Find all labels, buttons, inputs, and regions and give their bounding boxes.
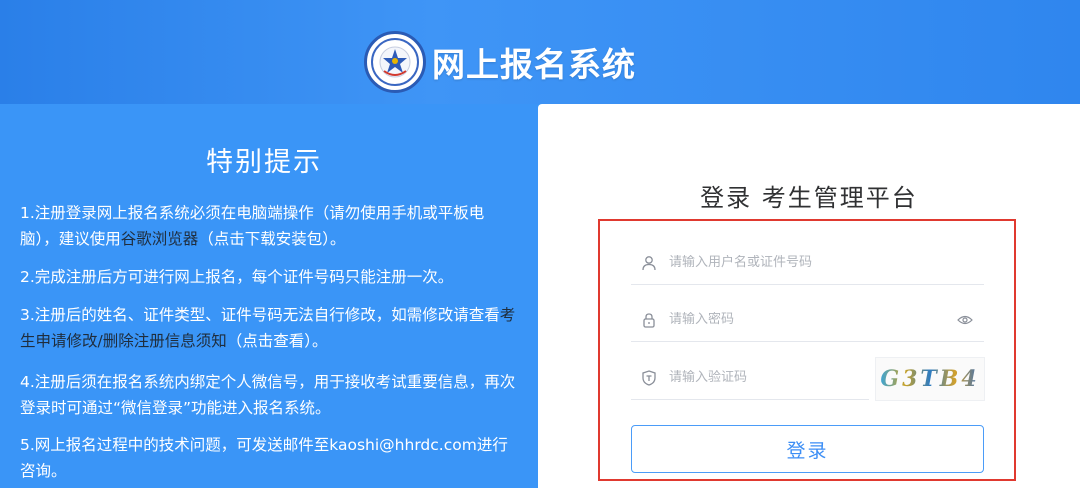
- user-icon: [639, 253, 659, 273]
- notice-item-4: 4.注册后须在报名系统内绑定个人微信号，用于接收考试重要信息，再次登录时可通过“…: [20, 369, 518, 421]
- username-input[interactable]: [669, 255, 984, 270]
- chrome-download-link[interactable]: 谷歌浏览器: [121, 230, 199, 248]
- app-title: 网上报名系统: [432, 45, 636, 84]
- login-button[interactable]: 登录: [631, 425, 984, 473]
- notice-item-3: 3.注册后的姓名、证件类型、证件号码无法自行修改，如需修改请查看考生申请修改/删…: [20, 302, 518, 354]
- login-title: 登录 考生管理平台: [700, 184, 918, 212]
- username-field: [631, 241, 984, 285]
- notice-text: 5.网上报名过程中的技术问题，可发送邮件至kaoshi@hhrdc.com进行咨…: [20, 436, 508, 480]
- notice-text: 3.注册后的姓名、证件类型、证件号码无法自行修改，如需修改请查看: [20, 306, 500, 324]
- captcha-input[interactable]: [669, 370, 869, 385]
- notice-item-2: 2.完成注册后方可进行网上报名，每个证件号码只能注册一次。: [20, 264, 518, 290]
- notice-title: 特别提示: [206, 147, 322, 178]
- brand: 网上报名系统: [364, 30, 636, 94]
- password-field: [631, 298, 984, 342]
- notice-item-5: 5.网上报名过程中的技术问题，可发送邮件至kaoshi@hhrdc.com进行咨…: [20, 432, 518, 484]
- notice-text: （点击查看）。: [226, 332, 328, 350]
- captcha-image[interactable]: G3TB4: [875, 357, 985, 401]
- notice-text: 2.完成注册后方可进行网上报名，每个证件号码只能注册一次。: [20, 268, 454, 286]
- notice-text: 4.注册后须在报名系统内绑定个人微信号，用于接收考试重要信息，再次登录时可通过“…: [20, 373, 516, 417]
- lock-icon: [639, 310, 659, 330]
- password-input[interactable]: [669, 312, 954, 327]
- notice-text: （点击下载安装包）。: [198, 230, 346, 248]
- emblem-logo-icon: [364, 31, 426, 93]
- eye-icon[interactable]: [954, 309, 976, 331]
- captcha-text: G3TB4: [880, 366, 980, 392]
- shield-icon: [639, 368, 659, 388]
- notice-item-1: 1.注册登录网上报名系统必须在电脑端操作（请勿使用手机或平板电脑），建议使用谷歌…: [20, 200, 518, 252]
- notice-panel: 特别提示 1.注册登录网上报名系统必须在电脑端操作（请勿使用手机或平板电脑），建…: [0, 104, 538, 488]
- header-bar: 网上报名系统: [0, 0, 1080, 104]
- captcha-field: [631, 356, 869, 400]
- login-panel: 登录 考生管理平台 G3TB4 登录: [538, 104, 1080, 488]
